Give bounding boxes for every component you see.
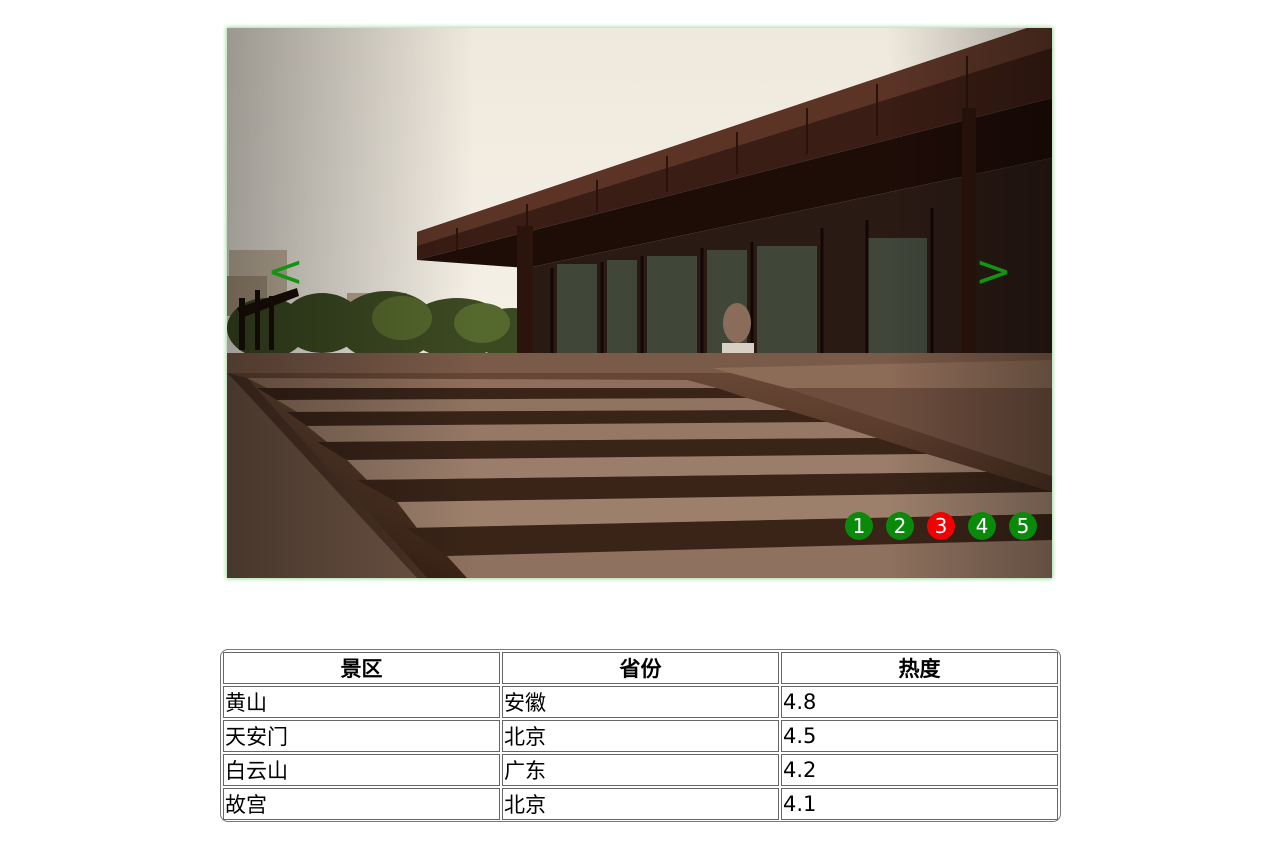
cell-province: 安徽 [502,686,779,718]
prev-arrow-button[interactable]: < [267,246,304,298]
table-row: 故宫 北京 4.1 [223,788,1058,820]
carousel-indicators: 1 2 3 4 5 [845,512,1037,540]
table-row: 黄山 安徽 4.8 [223,686,1058,718]
table-row: 白云山 广东 4.2 [223,754,1058,786]
table: 景区 省份 热度 黄山 安徽 4.8 天安门 北京 4.5 白云山 广东 4.2… [221,650,1060,822]
cell-scenic-spot: 黄山 [223,686,500,718]
image-carousel: < > 1 2 3 4 5 [227,28,1052,578]
cell-province: 北京 [502,720,779,752]
header-scenic-spot: 景区 [223,652,500,684]
indicator-dot-1[interactable]: 1 [845,512,873,540]
header-province: 省份 [502,652,779,684]
page: < > 1 2 3 4 5 景区 省份 热度 黄山 安徽 4.8 天安门 北京 … [0,0,1267,851]
cell-province: 广东 [502,754,779,786]
carousel-image [227,28,1052,578]
indicator-dot-3[interactable]: 3 [927,512,955,540]
indicator-dot-4[interactable]: 4 [968,512,996,540]
table-header-row: 景区 省份 热度 [223,652,1058,684]
cell-popularity: 4.8 [781,686,1058,718]
header-popularity: 热度 [781,652,1058,684]
scenic-spots-table: 景区 省份 热度 黄山 安徽 4.8 天安门 北京 4.5 白云山 广东 4.2… [220,649,1061,822]
cell-popularity: 4.5 [781,720,1058,752]
next-arrow-button[interactable]: > [975,246,1012,298]
indicator-dot-5[interactable]: 5 [1009,512,1037,540]
cell-popularity: 4.1 [781,788,1058,820]
cell-province: 北京 [502,788,779,820]
cell-popularity: 4.2 [781,754,1058,786]
indicator-dot-2[interactable]: 2 [886,512,914,540]
cell-scenic-spot: 天安门 [223,720,500,752]
table-row: 天安门 北京 4.5 [223,720,1058,752]
cell-scenic-spot: 白云山 [223,754,500,786]
cell-scenic-spot: 故宫 [223,788,500,820]
